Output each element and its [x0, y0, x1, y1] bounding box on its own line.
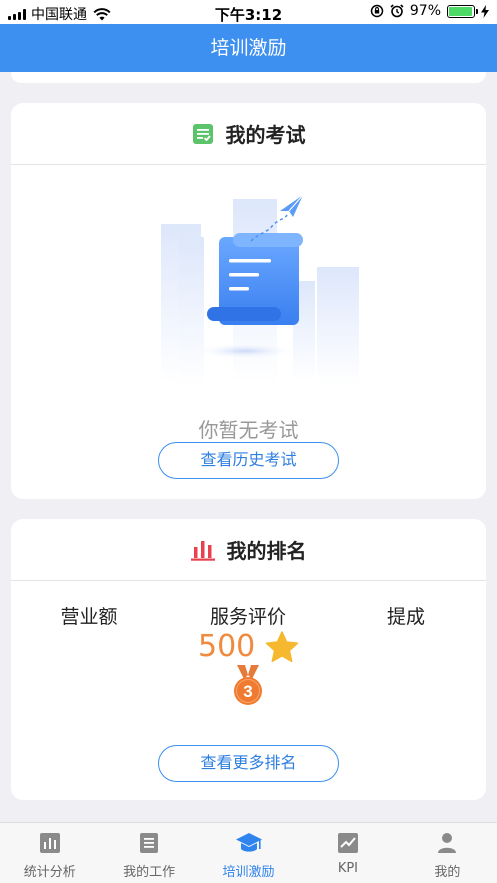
alarm-icon — [390, 4, 404, 18]
nav-bar: 培训激励 — [0, 24, 497, 72]
medal-rank-number: 3 — [243, 682, 252, 701]
document-icon — [140, 833, 159, 853]
tab-label: 统计分析 — [23, 865, 76, 880]
charging-bolt-icon — [481, 4, 489, 18]
rank-column-commission[interactable]: 提成 — [371, 602, 441, 629]
tab-my-work[interactable]: 我的工作 — [99, 823, 198, 883]
tab-bar: 统计分析 我的工作 培训激励 KPI 我的 — [0, 822, 497, 883]
tab-label: 我的工作 — [123, 865, 176, 880]
battery-level-fill — [449, 6, 473, 16]
ranking-card-title: 我的排名 — [226, 539, 307, 563]
battery-percent: 97% — [409, 3, 441, 19]
graduation-cap-icon — [235, 833, 262, 852]
status-right: 97% — [370, 3, 489, 19]
tab-label: 我的 — [434, 865, 461, 880]
line-chart-icon — [337, 833, 358, 853]
ranking-card-header: 我的排名 — [11, 519, 486, 581]
exam-list-icon — [192, 123, 213, 144]
ranking-card: 我的排名 营业额 服务评价 提成 500 3 查看更多排名 — [11, 519, 486, 800]
rank-column-service-rating[interactable]: 服务评价 — [198, 602, 298, 629]
page-title: 培训激励 — [210, 37, 287, 59]
bar-chart-icon — [190, 540, 215, 561]
star-icon — [265, 631, 299, 663]
no-exam-text: 你暂无考试 — [198, 418, 299, 442]
rank-column-revenue[interactable]: 营业额 — [49, 602, 129, 629]
view-more-ranking-button[interactable]: 查看更多排名 — [158, 745, 339, 782]
rotation-lock-icon — [370, 4, 384, 18]
status-bar: 中国联通 下午3:12 97% — [0, 0, 497, 24]
previous-card-edge — [11, 72, 486, 83]
exam-card-title: 我的考试 — [225, 123, 306, 147]
bar-chart-icon — [39, 833, 60, 853]
tab-kpi[interactable]: KPI — [298, 823, 397, 883]
tab-training-incentive[interactable]: 培训激励 — [199, 823, 298, 883]
view-exam-history-button[interactable]: 查看历史考试 — [158, 442, 339, 479]
exam-card: 我的考试 你暂无考试 查看历史考试 — [11, 103, 486, 499]
service-score-value: 500 — [198, 629, 256, 664]
tab-statistics[interactable]: 统计分析 — [0, 823, 99, 883]
tab-mine[interactable]: 我的 — [398, 823, 497, 883]
tab-label: 培训激励 — [222, 865, 275, 880]
user-icon — [438, 833, 457, 853]
tab-label: KPI — [337, 861, 359, 876]
empty-exam-illustration — [161, 194, 359, 387]
rank-medal-icon: 3 — [234, 665, 262, 705]
battery-icon — [447, 4, 478, 18]
exam-card-header: 我的考试 — [11, 103, 486, 165]
